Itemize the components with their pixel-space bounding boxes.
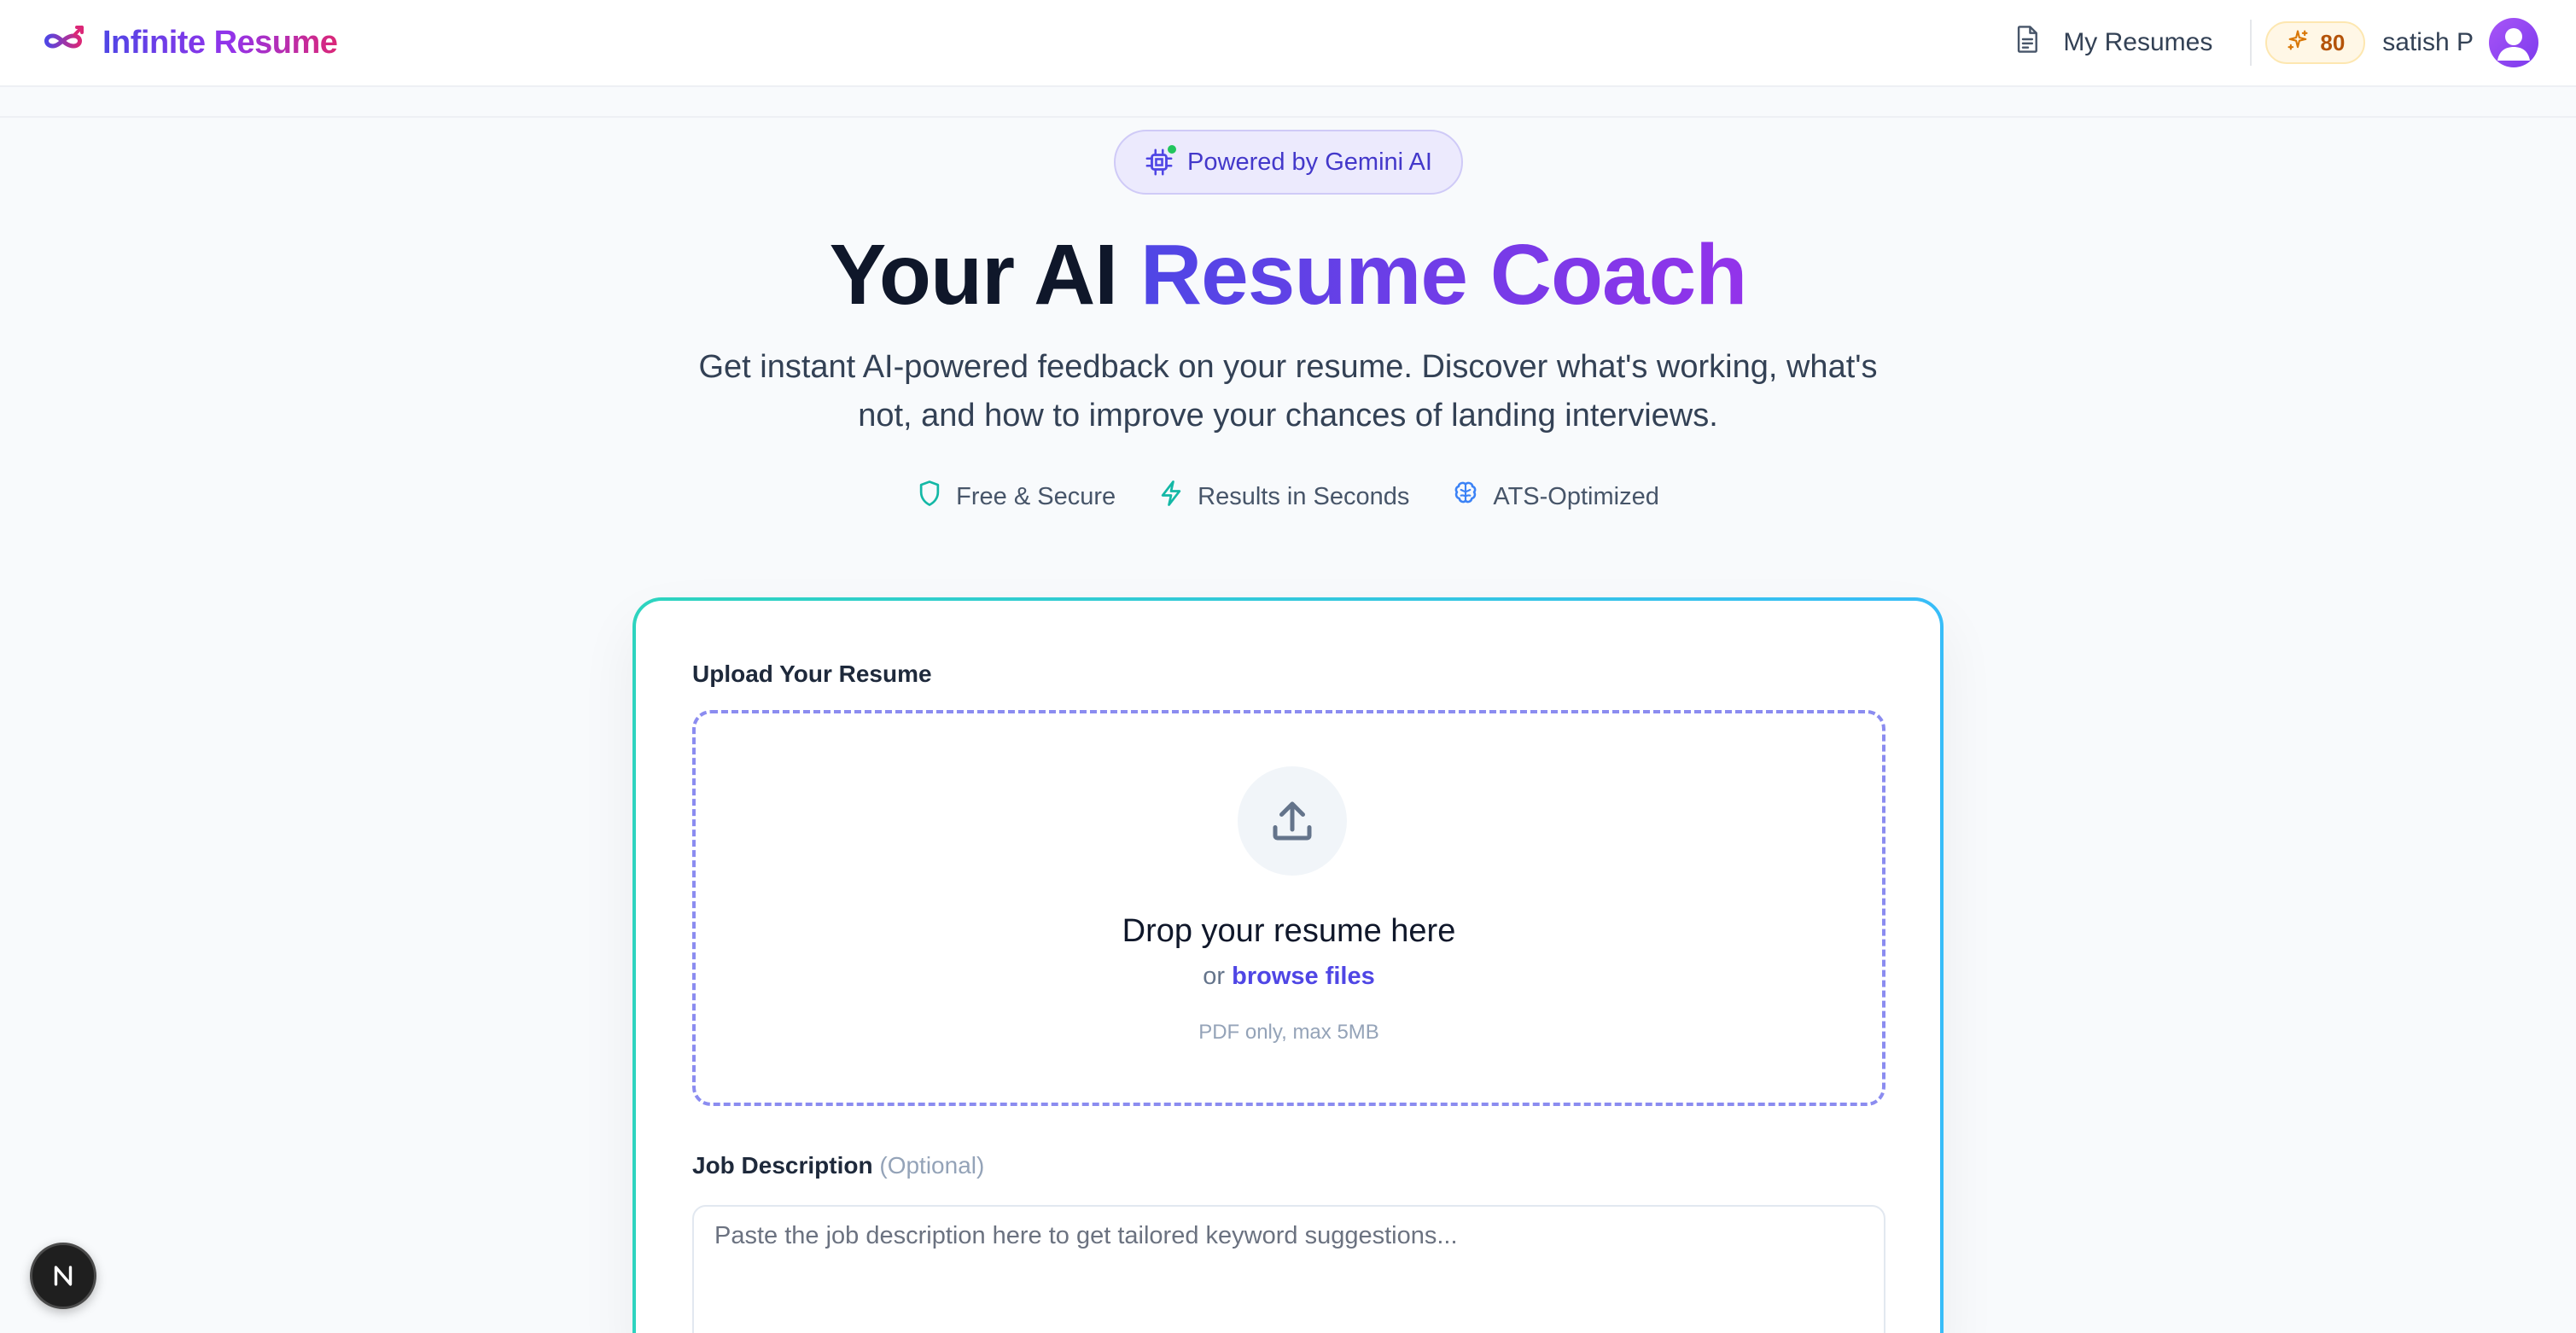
feature-label: ATS-Optimized [1493,482,1659,510]
powered-by-label: Powered by Gemini AI [1187,148,1432,176]
status-dot [1166,143,1179,155]
feature-label: Free & Secure [956,482,1116,510]
page-subtitle: Get instant AI-powered feedback on your … [698,349,1878,434]
user-avatar-icon [2497,28,2530,61]
job-description-label: Job Description (Optional) [692,1152,984,1179]
brand-logo-link[interactable]: Infinite Resume [41,24,338,62]
infinity-logo-icon [41,24,87,62]
brain-icon [1452,480,1479,514]
top-navbar: Infinite Resume My Resumes 80 satish P [0,0,2576,87]
feature-label: Results in Seconds [1198,482,1410,510]
user-avatar[interactable] [2489,18,2538,67]
shield-icon [917,480,942,514]
feature-list: Free & Secure Results in Seconds ATS-Opt… [0,480,2576,514]
cpu-chip-icon [1145,143,1179,177]
dropzone-hint: PDF only, max 5MB [1198,1021,1379,1044]
user-name[interactable]: satish P [2382,28,2474,57]
analysis-card: Upload Your Resume Drop your resume here… [632,597,1944,1333]
analysis-card-body: Upload Your Resume Drop your resume here… [636,601,1940,1333]
header-divider [2250,20,2253,66]
optional-tag: (Optional) [879,1152,985,1179]
feature-free-secure: Free & Secure [917,480,1116,514]
feature-ats-optimized: ATS-Optimized [1452,480,1659,514]
header-actions: My Resumes 80 satish P [2015,18,2538,67]
my-resumes-link[interactable]: My Resumes [2015,25,2250,61]
page-title: Your AI Resume Coach [0,224,2576,326]
powered-by-badge: Powered by Gemini AI [1114,130,1463,195]
credits-count: 80 [2320,29,2346,55]
sparkles-icon [2286,28,2310,58]
browse-files-link[interactable]: browse files [1232,963,1375,990]
page-title-prefix: Your AI [829,227,1140,323]
job-description-label-text: Job Description [692,1152,873,1179]
upload-resume-label: Upload Your Resume [692,661,932,687]
dropzone-or-text: or [1203,963,1233,990]
page: Infinite Resume My Resumes 80 satish P P… [0,0,2576,1333]
upload-icon-circle [1238,766,1347,876]
upload-icon [1273,801,1312,841]
lightning-icon [1158,480,1184,514]
dropzone-or-line: or browse files [696,963,1882,991]
resume-dropzone[interactable]: Drop your resume here or browse files PD… [692,710,1885,1106]
job-description-input[interactable] [692,1205,1885,1333]
dropzone-title: Drop your resume here [1122,913,1456,949]
n-logo-icon [54,1266,73,1286]
feature-results-seconds: Results in Seconds [1158,480,1409,514]
brand-name: Infinite Resume [102,24,338,61]
credits-badge[interactable]: 80 [2265,21,2366,64]
document-icon [2015,25,2041,61]
page-title-highlight: Resume Coach [1139,227,1747,323]
my-resumes-label: My Resumes [2063,28,2213,56]
dev-tools-button[interactable] [30,1243,96,1309]
sub-header-bar [0,89,2576,118]
